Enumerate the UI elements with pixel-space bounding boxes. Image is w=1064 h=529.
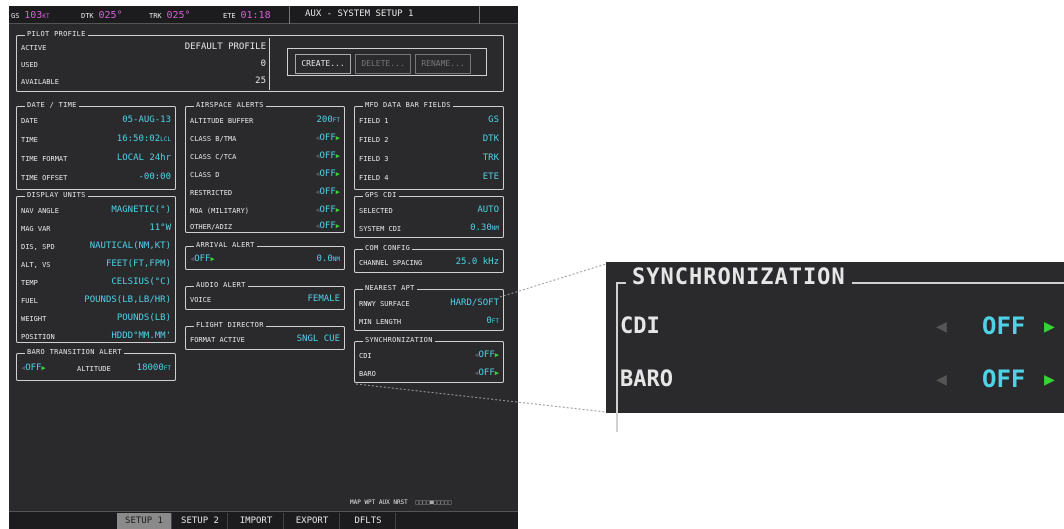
sync-zoom-baro-right-arrow-icon[interactable]: ▶ [1044, 369, 1055, 390]
sync-zoom-cdi-label: CDI [620, 314, 660, 339]
sync-zoom-baro-left-arrow-icon[interactable]: ◀ [936, 369, 947, 390]
sync-zoom-title: SYNCHRONIZATION [626, 265, 852, 290]
sync-zoom-baro-label: BARO [620, 367, 673, 392]
synchronization-zoom-panel: SYNCHRONIZATION CDI ◀ OFF ▶ BARO ◀ OFF ▶ [606, 262, 1064, 432]
sync-zoom-cdi-right-arrow-icon[interactable]: ▶ [1044, 316, 1055, 337]
sync-zoom-baro-value[interactable]: OFF [982, 365, 1025, 393]
sync-zoom-cdi-value[interactable]: OFF [982, 312, 1025, 340]
sync-zoom-cdi-left-arrow-icon[interactable]: ◀ [936, 316, 947, 337]
